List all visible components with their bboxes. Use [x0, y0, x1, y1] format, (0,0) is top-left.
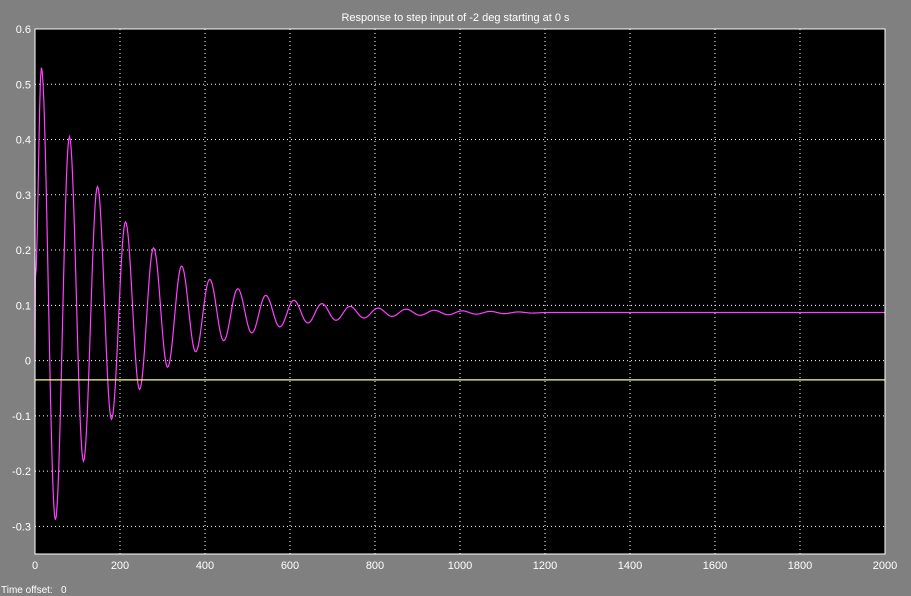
scope-plot: 0 200 400 600 800 1000 1200 1400 1600 1800 2000 -0.…	[12, 24, 897, 572]
y-tick-label: 0.1	[16, 300, 31, 312]
y-tick-label: 0.5	[16, 79, 31, 91]
plot-area	[35, 29, 885, 554]
x-tick-label: 1800	[788, 560, 812, 572]
time-offset-label: Time offset:	[1, 585, 53, 596]
time-offset-value: 0	[61, 585, 67, 596]
x-tick-label: 1400	[618, 560, 642, 572]
y-tick-label: -0.1	[12, 411, 31, 423]
y-tick-label: 0	[25, 356, 31, 368]
x-tick-label: 600	[281, 560, 299, 572]
time-offset: Time offset: 0	[1, 585, 67, 596]
x-tick-label: 800	[366, 560, 384, 572]
x-tick-label: 1600	[703, 560, 727, 572]
x-tick-label: 200	[111, 560, 129, 572]
y-tick-label: 0.2	[16, 245, 31, 257]
y-tick-label: 0.4	[16, 135, 31, 147]
x-tick-label: 1000	[448, 560, 472, 572]
x-tick-label: 2000	[873, 560, 897, 572]
x-tick-label: 1200	[533, 560, 557, 572]
y-tick-label: -0.2	[12, 466, 31, 478]
y-tick-label: 0.6	[16, 24, 31, 36]
y-tick-label: 0.3	[16, 190, 31, 202]
y-tick-label: -0.3	[12, 521, 31, 533]
x-tick-label: 0	[32, 560, 38, 572]
x-tick-label: 400	[196, 560, 214, 572]
